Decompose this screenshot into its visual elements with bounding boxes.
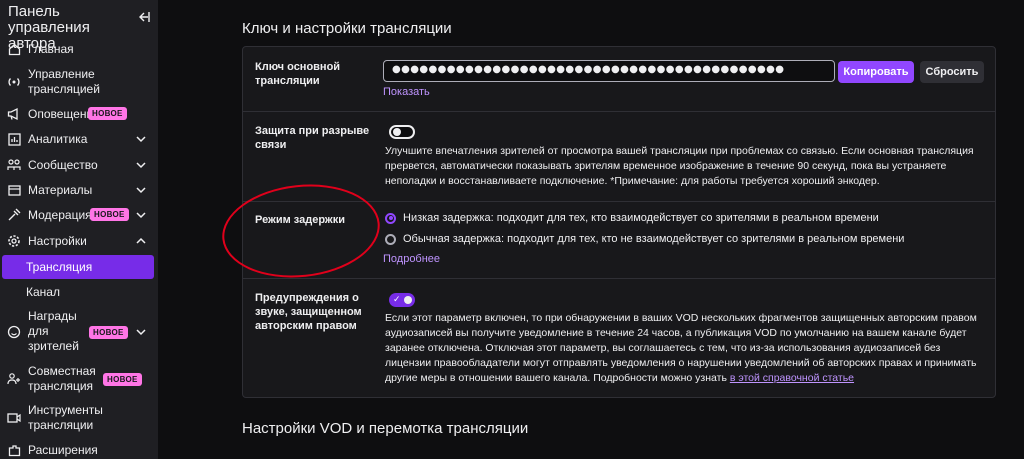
- sidebar-item-settings[interactable]: Настройки: [0, 233, 158, 249]
- new-badge: НОВОЕ: [103, 373, 142, 386]
- sidebar-item-label: Сообщество: [28, 157, 98, 172]
- sidebar-item-alerts[interactable]: Оповещения НОВОЕ: [0, 106, 158, 122]
- stream-key-label: Ключ основной трансляции: [255, 61, 341, 87]
- content-icon: [7, 183, 21, 197]
- sidebar-item-collab-stream[interactable]: Совместная трансляция НОВОЕ: [0, 364, 158, 394]
- latency-low-label: Низкая задержка: подходит для тех, кто в…: [403, 212, 879, 224]
- copy-button[interactable]: Копировать: [838, 61, 914, 83]
- sidebar-item-extensions[interactable]: Расширения: [0, 442, 158, 458]
- analytics-icon: [7, 132, 21, 146]
- sidebar-item-label: Главная: [28, 42, 74, 56]
- sidebar-item-content[interactable]: Материалы: [0, 182, 158, 198]
- new-badge: НОВОЕ: [90, 208, 129, 221]
- gear-icon: [7, 234, 21, 248]
- sidebar-item-community[interactable]: Сообщество: [0, 157, 158, 173]
- sidebar-item-label: Инструменты трансляции: [28, 403, 103, 432]
- sidebar-item-label: Управление трансляцией: [28, 67, 100, 96]
- megaphone-icon: [7, 107, 21, 121]
- sidebar-item-stream-manager[interactable]: Управление трансляцией: [0, 67, 158, 97]
- sidebar-item-label: Канал: [26, 285, 60, 299]
- divider: [243, 278, 995, 279]
- chevron-down-icon: [136, 136, 146, 143]
- sidebar-item-home[interactable]: Главная: [0, 42, 158, 57]
- stream-settings-card: Ключ основной трансляции ●●●●●●●●●●●●●●●…: [242, 46, 996, 398]
- latency-low-radio[interactable]: [385, 212, 396, 224]
- reset-button[interactable]: Сбросить: [920, 61, 984, 83]
- stream-key-input[interactable]: ●●●●●●●●●●●●●●●●●●●●●●●●●●●●●●●●●●●●●●●●…: [383, 60, 835, 82]
- copyright-description-text: Если этот параметр включен, то при обнар…: [385, 312, 977, 384]
- chevron-down-icon: [136, 187, 146, 194]
- latency-normal-radio[interactable]: [385, 233, 396, 245]
- help-article-link[interactable]: в этой справочной статье: [730, 372, 854, 384]
- sidebar-item-analytics[interactable]: Аналитика: [0, 131, 158, 147]
- disconnect-protection-label: Защита при разрыве связи: [255, 125, 370, 151]
- community-icon: [7, 158, 21, 172]
- collapse-icon[interactable]: [136, 10, 150, 24]
- disconnect-protection-toggle[interactable]: [389, 125, 415, 139]
- moderation-icon: [7, 208, 21, 222]
- main-content: Ключ и настройки трансляции Ключ основно…: [158, 0, 1024, 459]
- sidebar: Панель управления автора Главная Управле…: [0, 0, 158, 459]
- sidebar-item-stream-tools[interactable]: Инструменты трансляции: [0, 403, 158, 433]
- copyright-warnings-toggle[interactable]: ✓: [389, 293, 415, 307]
- divider: [243, 201, 995, 202]
- latency-normal-label: Обычная задержка: подходит для тех, кто …: [403, 233, 905, 245]
- rewards-icon: [7, 325, 21, 339]
- sidebar-item-viewer-rewards[interactable]: Награды для зрителей НОВОЕ: [0, 309, 158, 355]
- sidebar-item-label: Совместная трансляция: [28, 364, 96, 393]
- sidebar-item-label: Трансляция: [26, 260, 93, 274]
- latency-more-link[interactable]: Подробнее: [383, 253, 440, 265]
- latency-mode-label: Режим задержки: [255, 214, 345, 226]
- new-badge: НОВОЕ: [89, 326, 128, 339]
- chevron-up-icon: [136, 237, 146, 244]
- sidebar-item-label: Настройки: [28, 233, 87, 248]
- broadcast-icon: [7, 75, 21, 89]
- chevron-down-icon: [136, 162, 146, 169]
- divider: [243, 111, 995, 112]
- sidebar-item-label: Расширения: [28, 442, 98, 457]
- collab-icon: [7, 372, 21, 386]
- sidebar-item-moderation[interactable]: Модерация НОВОЕ: [0, 207, 158, 223]
- chevron-down-icon: [136, 329, 146, 336]
- sidebar-subitem-channel[interactable]: Канал: [0, 285, 158, 301]
- home-icon: [7, 43, 21, 57]
- latency-low-option[interactable]: Низкая задержка: подходит для тех, кто в…: [385, 212, 879, 224]
- tools-icon: [7, 411, 21, 425]
- check-icon: ✓: [393, 294, 401, 304]
- sidebar-item-label: Аналитика: [28, 131, 88, 146]
- section-title-vod-settings: Настройки VOD и перемотка трансляции: [242, 420, 529, 437]
- new-badge: НОВОЕ: [88, 107, 127, 120]
- extensions-icon: [7, 443, 21, 457]
- disconnect-protection-description: Улучшите впечатления зрителей от просмот…: [385, 145, 974, 187]
- sidebar-item-label: Награды для зрителей: [28, 309, 79, 353]
- sidebar-item-label: Материалы: [28, 182, 93, 197]
- show-key-link[interactable]: Показать: [383, 86, 430, 98]
- sidebar-item-label: Модерация: [28, 207, 92, 222]
- latency-normal-option[interactable]: Обычная задержка: подходит для тех, кто …: [385, 233, 904, 245]
- chevron-down-icon: [136, 212, 146, 219]
- copyright-warnings-label: Предупреждения о звуке, защищенном автор…: [255, 292, 362, 332]
- sidebar-subitem-stream[interactable]: Трансляция: [2, 255, 154, 279]
- section-title-stream-settings: Ключ и настройки трансляции: [242, 20, 452, 37]
- copyright-warnings-description: Если этот параметр включен, то при обнар…: [385, 311, 985, 386]
